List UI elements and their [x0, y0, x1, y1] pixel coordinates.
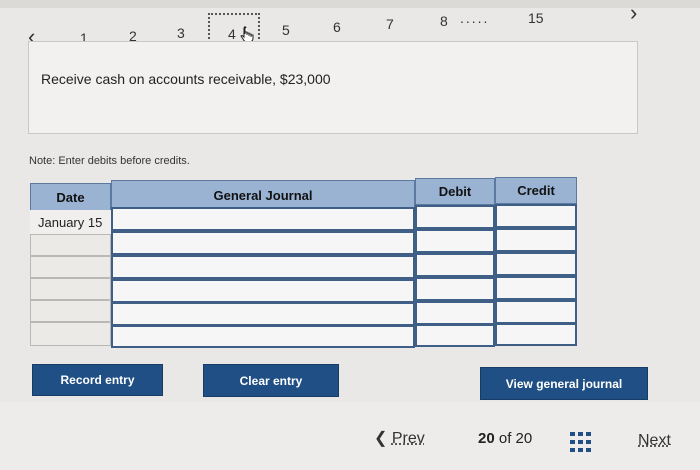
chevron-right-icon[interactable]: ›	[630, 0, 637, 26]
date-cell	[30, 300, 111, 322]
step-4-label: 4	[228, 26, 236, 42]
question-box: Receive cash on accounts receivable, $23…	[28, 41, 638, 134]
date-cell	[30, 256, 111, 278]
debit-input[interactable]	[415, 229, 495, 253]
prev-label: Prev	[391, 430, 425, 447]
next-link[interactable]: Next	[638, 432, 671, 450]
step-15[interactable]: 15	[528, 10, 544, 26]
debit-input[interactable]	[415, 205, 495, 229]
account-input[interactable]	[111, 325, 415, 348]
debit-input[interactable]	[415, 277, 495, 301]
account-input[interactable]	[111, 255, 415, 279]
grid-menu-icon[interactable]	[570, 432, 592, 452]
header-date: Date	[30, 183, 111, 211]
step-3[interactable]: 3	[177, 25, 185, 41]
journal-table: Date General Journal Debit Credit Januar…	[30, 177, 578, 348]
footer-bar	[0, 402, 700, 470]
date-cell	[30, 322, 111, 346]
page-total: 20	[515, 430, 533, 447]
debit-input[interactable]	[415, 253, 495, 277]
account-input[interactable]	[111, 279, 415, 303]
date-cell: January 15	[30, 210, 111, 234]
account-input[interactable]	[111, 302, 415, 326]
step-8[interactable]: 8	[440, 13, 448, 29]
record-entry-button[interactable]: Record entry	[32, 364, 163, 396]
page-indicator: 20 of 20	[478, 430, 532, 447]
header-credit: Credit	[495, 177, 577, 204]
header-debit: Debit	[415, 178, 495, 205]
top-edge	[0, 0, 700, 8]
credit-input[interactable]	[495, 204, 577, 228]
credit-input[interactable]	[495, 228, 577, 252]
step-ellipsis: .....	[460, 10, 490, 26]
page-of-label: of	[498, 430, 512, 447]
date-cell	[30, 234, 111, 256]
question-text: Receive cash on accounts receivable, $23…	[41, 71, 331, 87]
account-input[interactable]	[111, 231, 415, 255]
debit-input[interactable]	[415, 324, 495, 347]
account-input[interactable]	[111, 207, 415, 231]
debit-input[interactable]	[415, 301, 495, 325]
credit-input[interactable]	[495, 323, 577, 346]
step-7[interactable]: 7	[386, 16, 394, 32]
step-5[interactable]: 5	[282, 22, 290, 38]
clear-entry-button[interactable]: Clear entry	[203, 364, 339, 397]
instruction-note: Note: Enter debits before credits.	[29, 155, 190, 167]
credit-input[interactable]	[495, 276, 577, 300]
view-general-journal-button[interactable]: View general journal	[480, 367, 648, 400]
step-6[interactable]: 6	[333, 19, 341, 35]
date-cell	[30, 278, 111, 300]
credit-input[interactable]	[495, 252, 577, 276]
credit-input[interactable]	[495, 300, 577, 324]
prev-link[interactable]: ❮ Prev	[374, 428, 425, 448]
chevron-left-icon: ❮	[374, 430, 388, 447]
page-current: 20	[478, 430, 495, 447]
